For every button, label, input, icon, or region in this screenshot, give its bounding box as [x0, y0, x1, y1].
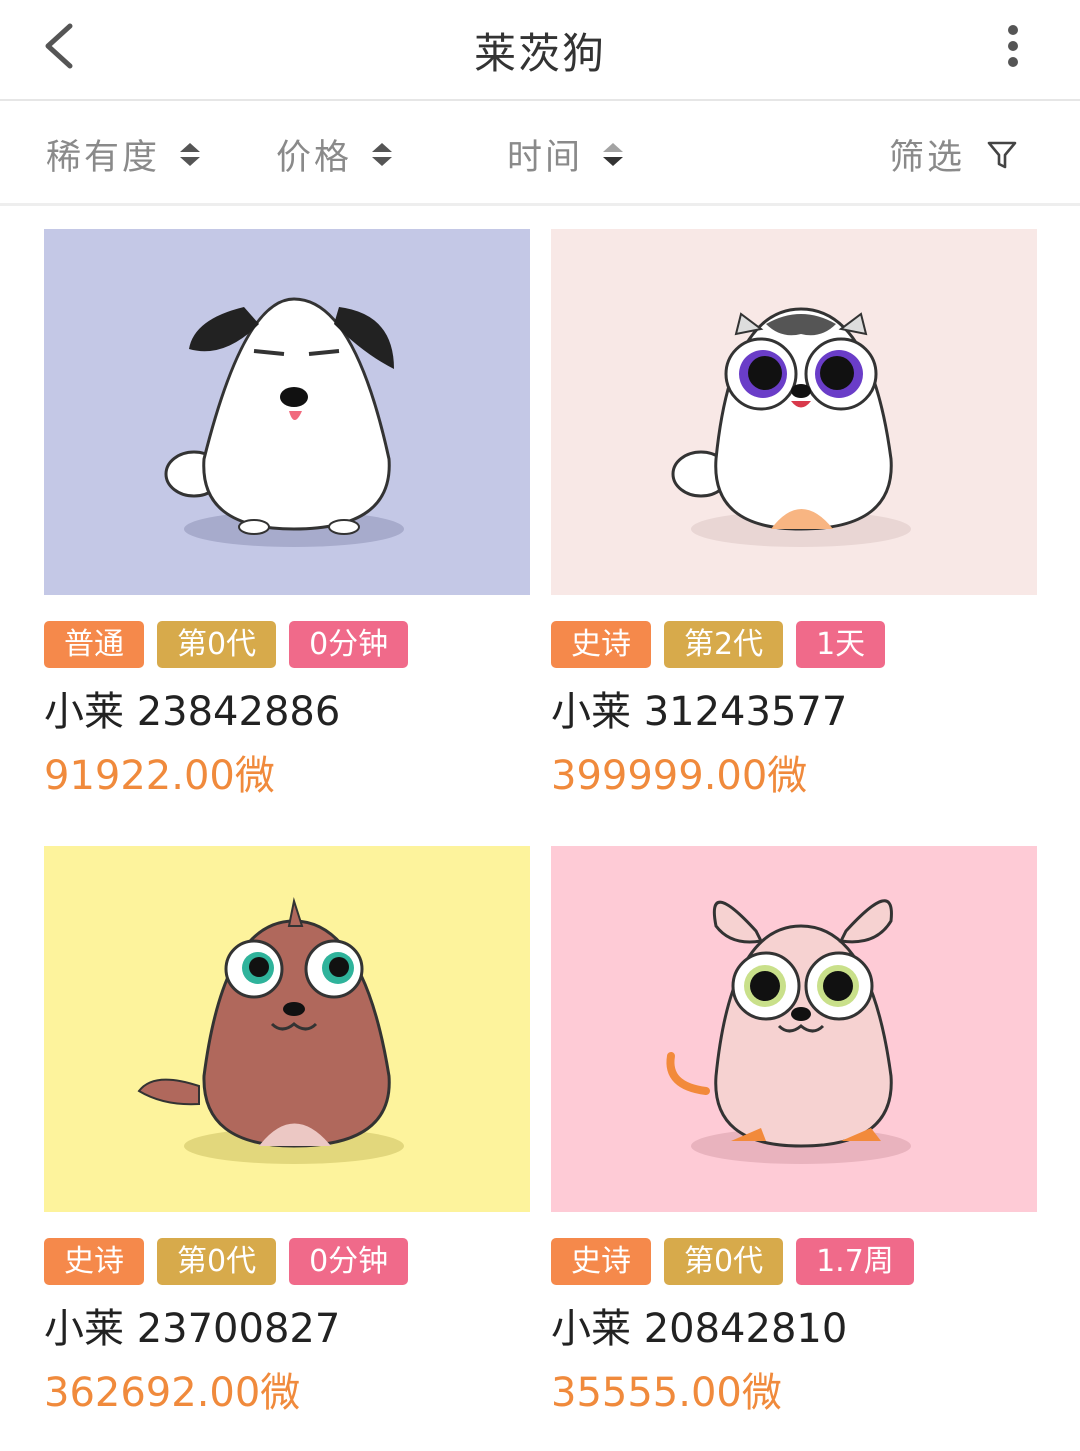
sort-rarity-label: 稀有度: [46, 138, 161, 178]
pet-name: 小莱 23842886: [44, 689, 341, 735]
tag-row: 史诗 第0代 1.7周: [551, 1238, 1037, 1285]
sort-arrows-icon: [180, 143, 201, 166]
filter-label: 筛选: [889, 138, 966, 178]
filter-icon: [987, 141, 1017, 168]
pet-image[interactable]: [44, 229, 530, 595]
page-title: 莱茨狗: [473, 29, 606, 78]
sort-time-button[interactable]: 时间: [507, 129, 624, 180]
rarity-badge: 史诗: [551, 621, 651, 668]
sort-time-label: 时间: [507, 138, 584, 178]
generation-badge: 第0代: [157, 1238, 277, 1285]
rarity-badge: 普通: [44, 621, 144, 668]
app-header: 莱茨狗: [0, 0, 1080, 101]
pet-card[interactable]: 史诗 第0代 0分钟 小莱 23700827 362692.00微: [44, 846, 530, 1419]
pet-image[interactable]: [551, 229, 1037, 595]
filter-button[interactable]: 筛选: [889, 129, 1017, 180]
more-options-button[interactable]: [990, 20, 1036, 76]
sort-rarity-button[interactable]: 稀有度: [46, 129, 201, 180]
pet-card[interactable]: 史诗 第2代 1天 小莱 31243577 399999.00微: [551, 229, 1037, 802]
pet-price: 399999.00微: [551, 753, 808, 799]
sort-arrows-icon: [372, 143, 393, 166]
tag-row: 史诗 第0代 0分钟: [44, 1238, 530, 1285]
generation-badge: 第2代: [664, 621, 784, 668]
pet-name: 小莱 23700827: [44, 1306, 341, 1352]
sort-price-button[interactable]: 价格: [276, 129, 393, 180]
sort-bar: 稀有度 价格 时间 筛选: [0, 101, 1080, 206]
pet-card[interactable]: 普通 第0代 0分钟 小莱 23842886 91922.00微: [44, 229, 530, 802]
pet-card[interactable]: 史诗 第0代 1.7周 小莱 20842810 35555.00微: [551, 846, 1037, 1419]
pet-name: 小莱 20842810: [551, 1306, 848, 1352]
sort-arrows-icon: [603, 143, 624, 166]
generation-badge: 第0代: [664, 1238, 784, 1285]
tag-row: 史诗 第2代 1天: [551, 621, 1037, 668]
pet-image[interactable]: [551, 846, 1037, 1212]
tag-row: 普通 第0代 0分钟: [44, 621, 530, 668]
more-vertical-icon: [1008, 25, 1018, 67]
rarity-badge: 史诗: [551, 1238, 651, 1285]
rarity-badge: 史诗: [44, 1238, 144, 1285]
time-badge: 0分钟: [289, 1238, 409, 1285]
sort-price-label: 价格: [276, 138, 353, 178]
time-badge: 1.7周: [796, 1238, 914, 1285]
time-badge: 1天: [796, 621, 886, 668]
pet-name: 小莱 31243577: [551, 689, 848, 735]
pet-price: 362692.00微: [44, 1370, 301, 1416]
pet-price: 35555.00微: [551, 1370, 782, 1416]
pet-price: 91922.00微: [44, 753, 275, 799]
time-badge: 0分钟: [289, 621, 409, 668]
pet-image[interactable]: [44, 846, 530, 1212]
generation-badge: 第0代: [157, 621, 277, 668]
